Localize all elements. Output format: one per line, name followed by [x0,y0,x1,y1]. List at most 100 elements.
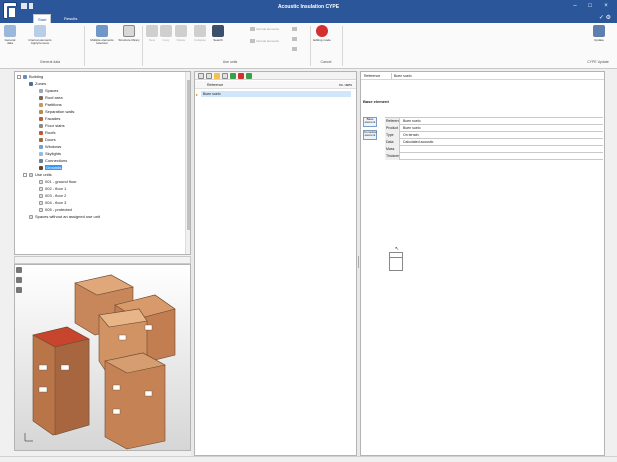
gear-icon [4,25,16,37]
refresh-icon[interactable] [246,73,252,79]
move-down-button[interactable] [292,37,298,42]
collapse-button[interactable]: Collapse [192,25,208,42]
tree-item-windows[interactable]: Windows [39,144,61,149]
grid-value[interactable]: On terrain [401,132,419,139]
reorder-button[interactable] [292,47,298,52]
expander-use-units[interactable] [23,173,27,177]
new-icon [146,25,158,37]
new-item-icon[interactable] [198,73,204,79]
complete-element-button[interactable]: Complete element [363,130,377,140]
group-label-general: General data [39,60,61,64]
pan-icon[interactable] [16,277,22,283]
tree-item-unit-005[interactable]: 005 - protected [39,207,72,212]
multiple-selection-button[interactable]: Multiple elements selection [88,25,116,46]
grid-value[interactable]: Buen suelo [401,125,421,132]
connection-icon [39,158,43,163]
internal-elements-small-1[interactable]: Internal elements [250,27,279,32]
cancel-circle-icon [316,25,328,37]
tree-scrollbar[interactable] [185,72,190,254]
minimize-button[interactable]: – [570,2,580,10]
structure-library-button[interactable]: Structure library [118,25,140,42]
preview-box[interactable] [389,257,403,271]
list-row[interactable]: Buen suelo [201,91,351,97]
move-up-button[interactable] [292,27,298,32]
tree-item-unit-002[interactable]: 002 - floor 1 [39,186,66,191]
grid-value[interactable]: Buen suelo [401,118,421,125]
tree-item-grounds[interactable]: Grounds [39,165,63,170]
list-header: Reference no. uses [195,81,356,89]
tab-results[interactable]: Results [60,14,81,23]
grid-row-thickness: Thickness [385,153,603,160]
editing-mode-button[interactable]: Editing mode [312,25,332,42]
ribbon-tabs: Start Results ✓ ⚙ [0,13,617,23]
tree-item-unit-004[interactable]: 004 - floor 3 [39,200,66,205]
reference-input[interactable]: Buen suelo [391,73,602,79]
tree-scrollbar-thumb[interactable] [187,80,190,230]
edit-item-icon[interactable] [214,73,220,79]
column-no-uses[interactable]: no. uses [339,81,352,89]
internal-elements-button[interactable]: Internal elements Apply/remove [20,25,60,46]
delete-item-icon[interactable] [238,73,244,79]
tab-start[interactable]: Start [33,14,52,23]
copy-button[interactable]: Copy [160,25,172,42]
ribbon-separator [342,26,343,66]
elements-list: Reference no. uses ▸ Buen suelo [194,71,357,456]
tree-item-unassigned-spaces[interactable]: Spaces without an assigned use unit [29,214,100,219]
building-3d-model [24,274,176,450]
tree-item-unit-003[interactable]: 003 - floor 2 [39,193,66,198]
general-data-button[interactable]: General data [2,25,18,46]
doc-icon [29,214,33,219]
wall-icon [39,109,43,114]
tree-item-connections[interactable]: Connections [39,158,67,163]
rotate-icon[interactable] [16,287,22,293]
list-toolbar [195,72,356,80]
base-element-button[interactable]: Base element [363,117,377,127]
tree-item-floor-slabs[interactable]: Floor slabs [39,123,65,128]
accept-icon[interactable] [230,73,236,79]
tree-item-building[interactable]: Building [23,74,43,79]
zoom-icon[interactable] [16,267,22,273]
import-item-icon[interactable] [222,73,228,79]
search-button[interactable]: Search [210,25,226,42]
tree-item-roof-area[interactable]: Roof area [39,95,63,100]
grid-row-type: Type On terrain [385,132,603,139]
tree-item-partitions[interactable]: Partitions [39,102,62,107]
internal-elements-small-2[interactable]: Internal elements [250,39,279,44]
help-icon[interactable]: ✓ ⚙ [599,14,611,21]
window-icon [39,144,43,149]
viewer-tools [15,265,23,305]
selection-icon [96,25,108,37]
splitter-grip[interactable] [358,256,359,268]
tree-item-separation-walls[interactable]: Separation walls [39,109,74,114]
group-label-update: CYPE Update [587,60,609,64]
section-title: Base element [363,99,389,104]
tree-item-facades[interactable]: Facades [39,116,60,121]
properties-panel: Reference Buen suelo Base element Base e… [360,71,605,456]
copy-item-icon[interactable] [206,73,212,79]
tree-item-spaces[interactable]: Spaces [39,88,58,93]
tree-item-zones[interactable]: Zones [29,81,46,86]
viewer-toolbar [14,256,191,264]
expander-building[interactable] [17,75,21,79]
box-icon [39,88,43,93]
app-logo-icon[interactable] [3,2,17,19]
tree-item-unit-001[interactable]: 001 - ground floor [39,179,77,184]
close-button[interactable]: × [601,2,611,10]
tree-item-doors[interactable]: Doors [39,137,56,142]
tree-item-skylights[interactable]: Skylights [39,151,61,156]
3d-viewer[interactable] [14,264,191,451]
ribbon: General data Internal elements Apply/rem… [0,23,617,69]
maximize-button[interactable]: □ [585,2,595,10]
grid-row-reference: Reference Buen suelo [385,118,603,125]
list-row-name: Buen suelo [203,92,221,96]
grid-value[interactable]: Calculated acoustic [401,139,433,146]
group-label-cancel: Cancel [320,60,332,64]
tree-item-roofs[interactable]: Roofs [39,130,55,135]
collapse-icon [194,25,206,37]
new-button[interactable]: New [146,25,158,42]
layers-icon [34,25,46,37]
update-button[interactable]: Update [588,25,610,42]
tree-item-use-units[interactable]: Use units [29,172,52,177]
delete-button[interactable]: Delete [174,25,188,42]
column-reference[interactable]: Reference [207,81,223,89]
